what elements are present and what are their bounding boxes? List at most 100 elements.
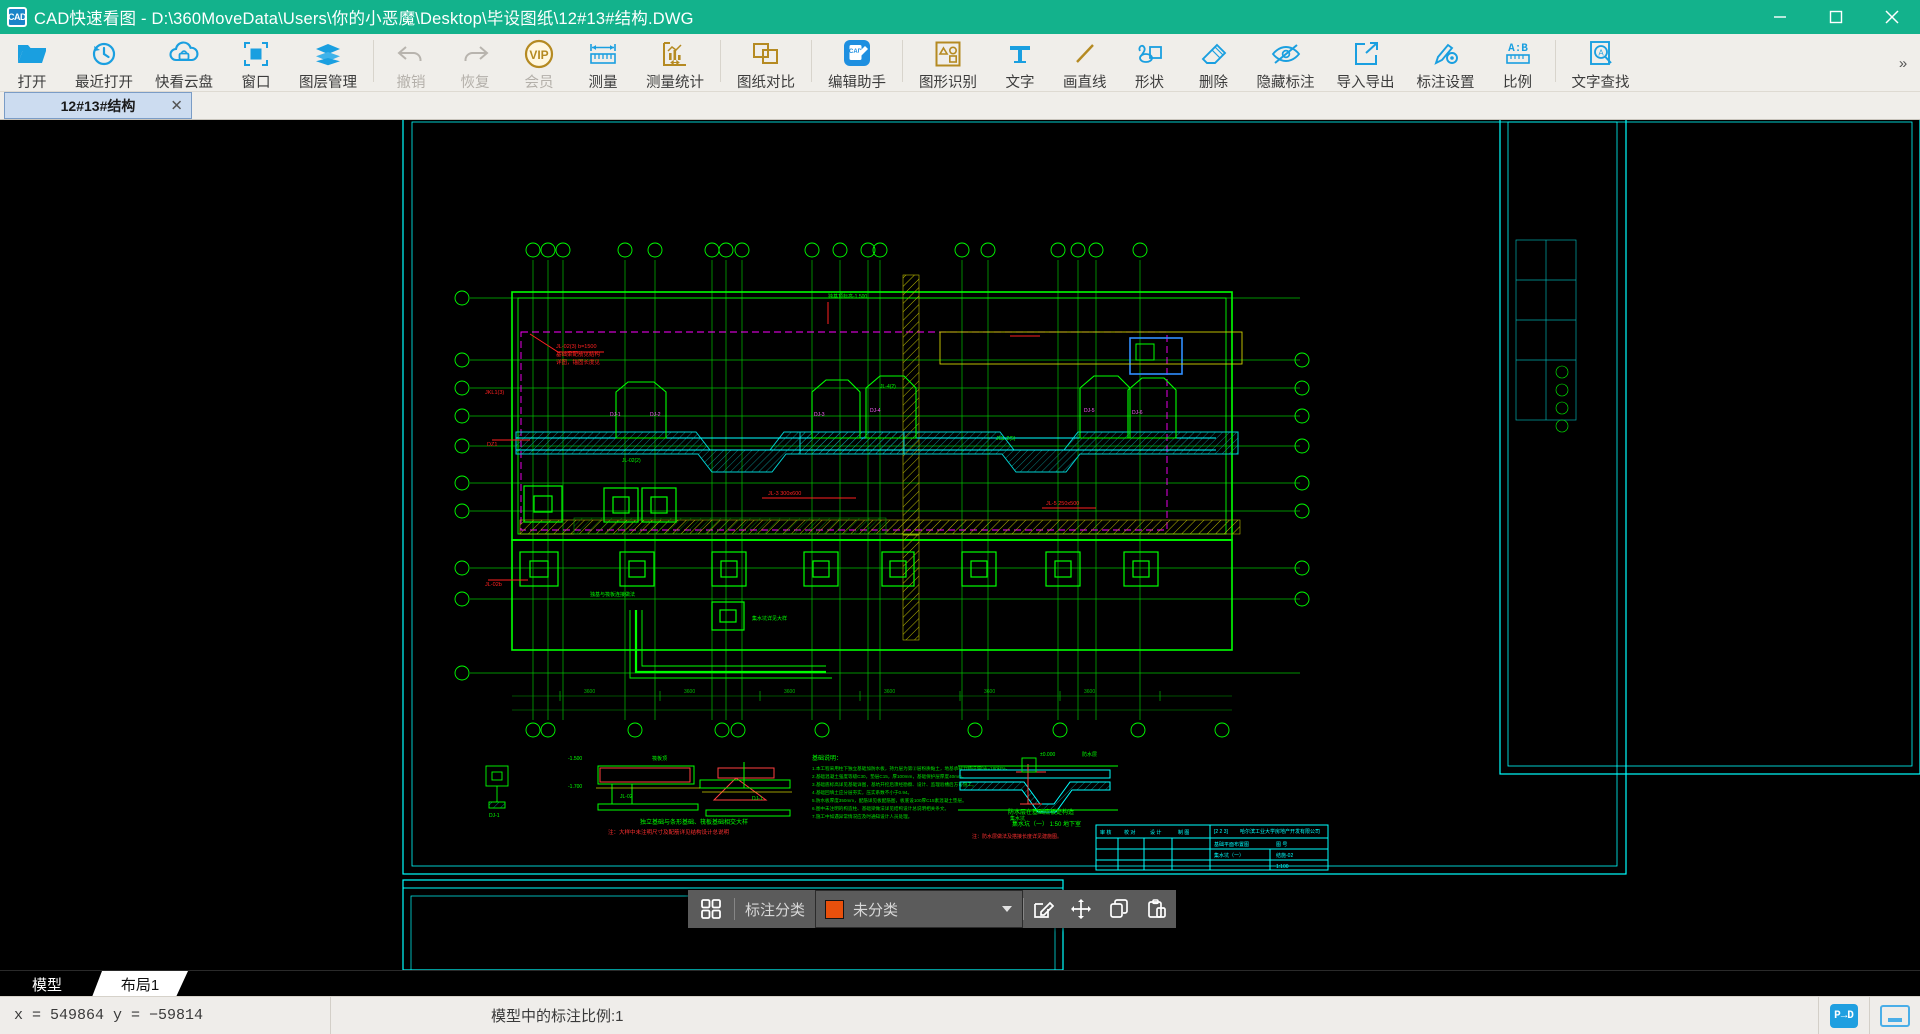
cloud-icon	[168, 39, 200, 69]
move-annotation-button[interactable]	[1062, 890, 1100, 928]
category-color-swatch	[825, 899, 845, 919]
toolbar-button-import-export[interactable]: 导入导出	[1326, 34, 1406, 92]
toolbar-button-text[interactable]: 文字	[988, 34, 1052, 92]
undo-arrow-icon	[396, 39, 426, 69]
toolbar-button-window[interactable]: 窗口	[224, 34, 288, 92]
svg-text:注：防水层做法及搭接长度详见建施图。: 注：防水层做法及搭接长度详见建施图。	[972, 833, 1062, 840]
window-controls	[1752, 0, 1920, 34]
chevron-down-icon[interactable]	[1002, 906, 1013, 912]
toolbar-button-edit-assistant[interactable]: CAD 编辑助手	[817, 34, 897, 92]
detail-caption: 防水层在基础底板处构造	[1008, 808, 1074, 816]
main-toolbar: 打开 最近打开 快看云盘 窗口 图层管理 撤销 恢复 VIP 会员 测量 测量统…	[0, 34, 1920, 92]
svg-text:JCL-2(5): JCL-2(5)	[996, 436, 1016, 442]
toolbar-button-delete[interactable]: 删除	[1182, 34, 1246, 92]
toolbar-button-vip[interactable]: VIP 会员	[507, 34, 571, 92]
toolbar-button-redo[interactable]: 恢复	[443, 34, 507, 92]
svg-text:设 计: 设 计	[1150, 829, 1161, 836]
toolbar-button-text-search[interactable]: A 文字查找	[1561, 34, 1641, 92]
svg-text:-1.700: -1.700	[568, 784, 582, 790]
toolbar-divider	[720, 40, 721, 82]
toolbar-label: 比例	[1503, 75, 1532, 91]
toolbar-button-shapes[interactable]: 形状	[1118, 34, 1182, 92]
svg-text:DJ-3: DJ-3	[814, 412, 825, 418]
svg-text:筏板顶: 筏板顶	[652, 755, 667, 762]
svg-text:防水层: 防水层	[1082, 751, 1097, 758]
svg-text:3600: 3600	[784, 689, 795, 695]
svg-text:7.施工中如遇异常情况应及时通知设计人员处理。: 7.施工中如遇异常情况应及时通知设计人员处理。	[812, 813, 912, 820]
toolbar-button-draw-line[interactable]: 画直线	[1052, 34, 1118, 92]
cad-edit-assistant-icon: CAD	[841, 39, 873, 69]
minimize-panel-button[interactable]	[1870, 997, 1920, 1034]
text-tool-icon	[1006, 39, 1034, 69]
toolbar-label: 快看云盘	[155, 75, 213, 91]
grid-apps-icon[interactable]	[688, 898, 734, 920]
svg-text:A: A	[1598, 49, 1604, 58]
toolbar-divider	[1554, 40, 1556, 82]
toolbar-button-open[interactable]: 打开	[0, 34, 64, 92]
svg-text:DJ-1: DJ-1	[489, 813, 500, 819]
toolbar-divider	[902, 40, 903, 82]
detail-caption: 独立基础与条形基础、筏板基础相交大样	[640, 818, 748, 826]
window-frame-icon	[243, 39, 269, 69]
svg-text:DJ-5: DJ-5	[1084, 408, 1095, 414]
status-bar: x = 549864 y = −59814 模型中的标注比例:1 P→D	[0, 996, 1920, 1034]
toolbar-label: 编辑助手	[828, 75, 886, 91]
close-icon[interactable]	[1864, 0, 1920, 34]
text-search-icon: A	[1587, 39, 1615, 69]
svg-text:5.防水板厚度350mm，配筋详见板配筋图，板底设100厚C: 5.防水板厚度350mm，配筋详见板配筋图，板底设100厚C15素混凝土垫层。	[812, 797, 967, 804]
annotation-category-select[interactable]: 未分类	[815, 890, 1024, 928]
toolbar-button-hide-annotation[interactable]: 隐藏标注	[1246, 34, 1326, 92]
close-icon[interactable]: ✕	[170, 98, 183, 113]
toolbar-button-cloud[interactable]: 快看云盘	[144, 34, 224, 92]
svg-text:DJ-2: DJ-2	[650, 412, 661, 418]
copy-annotation-button[interactable]	[1100, 890, 1138, 928]
svg-text:3600: 3600	[1084, 689, 1095, 695]
maximize-icon[interactable]	[1808, 0, 1864, 34]
notes-heading: 基础说明：	[812, 754, 842, 762]
cad-viewer-window: CAD CAD快速看图 - D:\360MoveData\Users\你的小恶魔…	[0, 0, 1920, 1034]
svg-text:4.基础回填土应分层夯实，压实系数不小于0.94。: 4.基础回填土应分层夯实，压实系数不小于0.94。	[812, 789, 912, 796]
toolbar-label: 测量	[588, 75, 618, 91]
toolbar-label: 撤销	[396, 75, 426, 91]
edit-annotation-button[interactable]	[1024, 890, 1062, 928]
toolbar-label: 画直线	[1063, 75, 1107, 91]
document-tab[interactable]: 12#13#结构 ✕	[4, 92, 192, 119]
toolbar-button-measure-stats[interactable]: 测量统计	[635, 34, 715, 92]
compare-drawings-icon	[751, 39, 781, 69]
toolbar-button-recent[interactable]: 最近打开	[64, 34, 144, 92]
svg-text:A:B: A:B	[1508, 43, 1528, 55]
title-block-drawing-name: 基础平面布置图	[1214, 841, 1249, 848]
svg-text:注：大样中未注明尺寸及配筋详见结构设计总说明: 注：大样中未注明尺寸及配筋详见结构设计总说明	[608, 828, 730, 836]
tab-layout1[interactable]: 布局1	[92, 971, 188, 997]
folder-open-icon	[17, 39, 47, 69]
svg-text:DJ-4: DJ-4	[870, 408, 881, 414]
svg-text:3600: 3600	[884, 689, 895, 695]
minimize-icon[interactable]	[1752, 0, 1808, 34]
svg-text:DJ-1: DJ-1	[610, 412, 621, 418]
toolbar-label: 测量统计	[646, 75, 704, 91]
drawing-canvas[interactable]: JL-02(3) b=1500 基础梁配筋见结构 详图，锚固长度见 JKL1(3…	[0, 120, 1920, 970]
svg-text:图 号: 图 号	[1276, 842, 1287, 848]
toolbar-divider	[811, 40, 812, 82]
svg-text:VIP: VIP	[529, 48, 548, 62]
pdf-convert-button[interactable]: P→D	[1819, 997, 1869, 1034]
toolbar-overflow-button[interactable]: »	[1886, 34, 1920, 92]
toolbar-button-undo[interactable]: 撤销	[379, 34, 443, 92]
paste-annotation-button[interactable]	[1138, 890, 1176, 928]
svg-text:集水坑（一）: 集水坑（一）	[1214, 852, 1244, 859]
toolbar-button-measure[interactable]: 测量	[571, 34, 635, 92]
toolbar-button-layers[interactable]: 图层管理	[288, 34, 368, 92]
annotation-category-label: 标注分类	[745, 901, 806, 919]
svg-text:2.基础混凝土强度等级C30，垫层C15，厚100mm，基础: 2.基础混凝土强度等级C30，垫层C15，厚100mm，基础保护层厚度40mm。	[812, 773, 966, 780]
svg-text:3600: 3600	[984, 689, 995, 695]
tab-model[interactable]: 模型	[8, 971, 86, 997]
svg-text:3.基础底标高详见基础详图，基坑开挖后须经勘察、设计、监理验: 3.基础底标高详见基础详图，基坑开挖后须经勘察、设计、监理验槽后方可施工。	[812, 781, 977, 788]
window-title: CAD快速看图 - D:\360MoveData\Users\你的小恶魔\Des…	[34, 10, 694, 28]
toolbar-button-shape-recognize[interactable]: 图形识别	[908, 34, 988, 92]
toolbar-button-scale[interactable]: A:B 比例	[1486, 34, 1550, 92]
toolbar-label: 隐藏标注	[1256, 75, 1315, 91]
toolbar-button-compare[interactable]: 图纸对比	[726, 34, 806, 92]
toolbar-button-annotation-settings[interactable]: 标注设置	[1406, 34, 1486, 92]
svg-text:基础梁配筋见结构: 基础梁配筋见结构	[556, 350, 601, 358]
minimize-panel-icon	[1880, 1004, 1910, 1027]
